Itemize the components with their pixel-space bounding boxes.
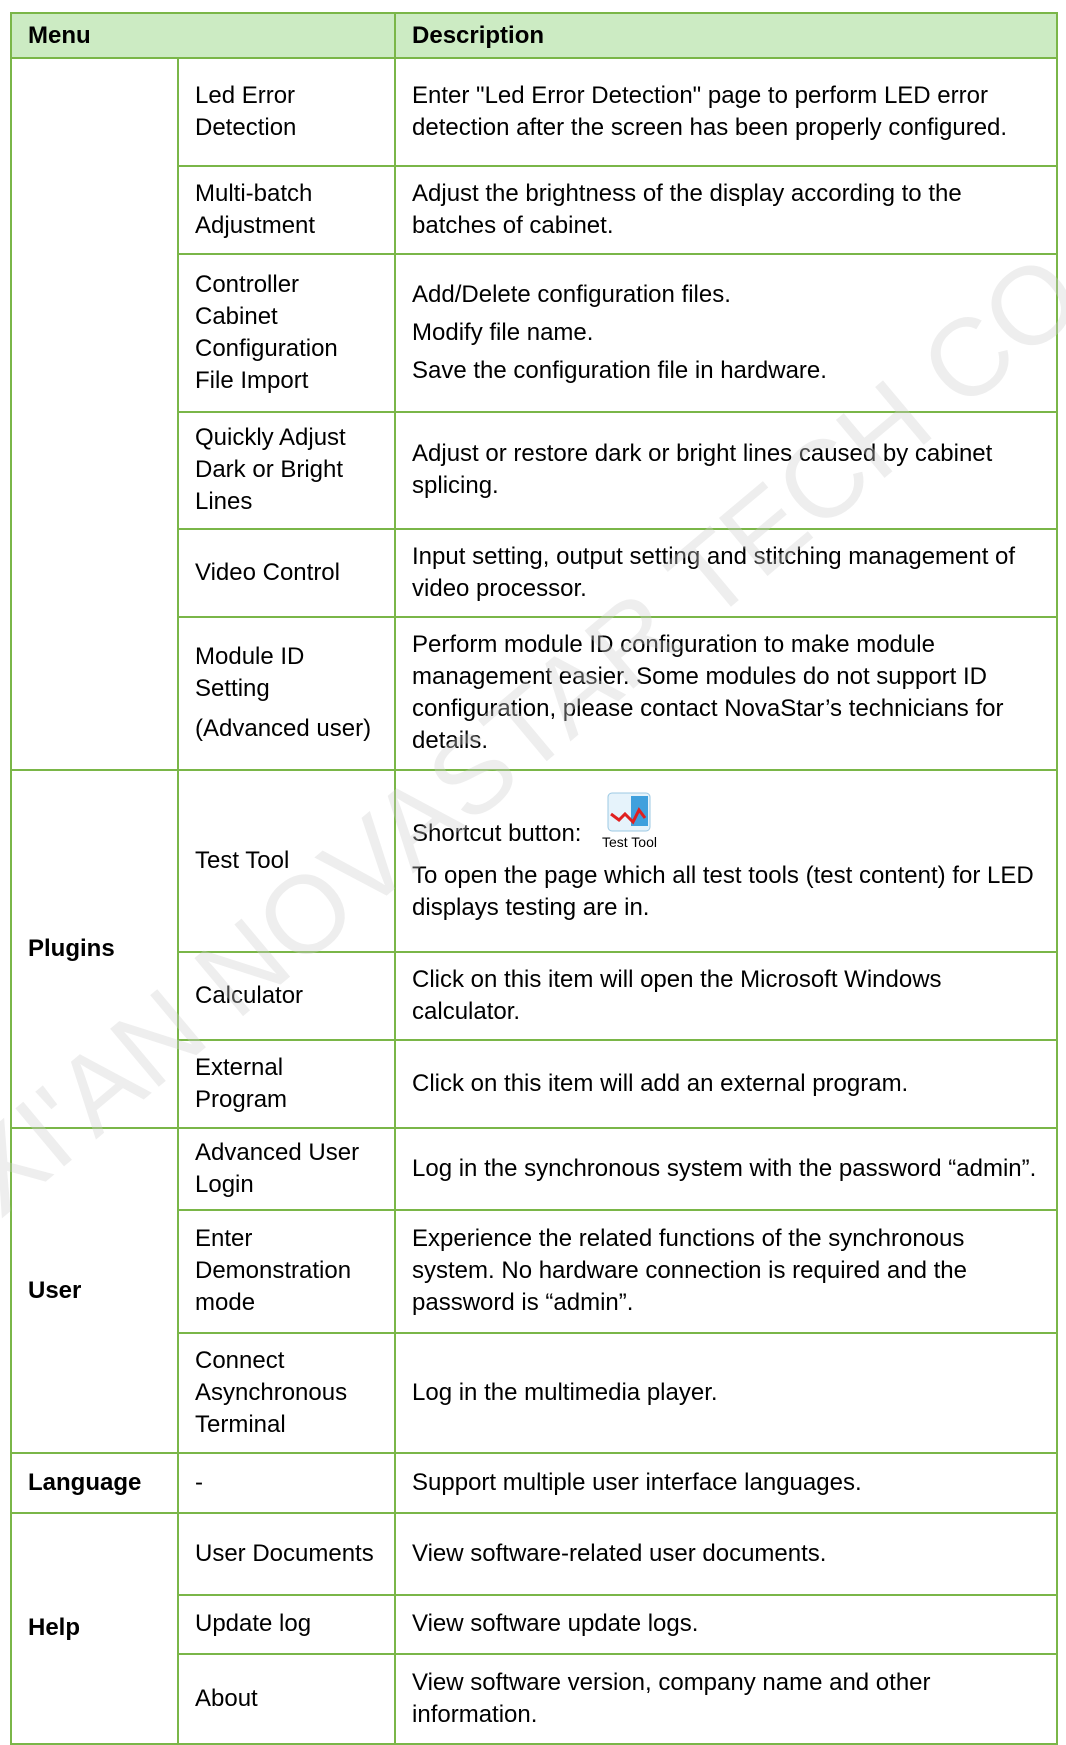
description-calculator: Click on this item will open the Microso… [394, 951, 1059, 1042]
table-row: User Advanced User Login Log in the sync… [10, 1127, 1059, 1455]
shortcut-label: Shortcut button: [412, 820, 582, 848]
description-text: Click on this item will open the Microso… [412, 966, 942, 1026]
description-text: Input setting, output setting and stitch… [412, 542, 1016, 602]
description-text: Click on this item will add an external … [412, 1070, 909, 1098]
menu-item-external-program: External Program [176, 1039, 397, 1130]
header-menu: Menu [9, 12, 397, 59]
description-controller-cabinet-config: Add/Delete configuration files. Modify f… [394, 253, 1059, 413]
description-text: View software-related user documents. [412, 1539, 827, 1567]
menu-item-connect-async-terminal: Connect Asynchronous Terminal [176, 1331, 397, 1455]
description-text: View software update logs. [412, 1610, 699, 1638]
description-demonstration-mode: Experience the related functions of the … [394, 1208, 1059, 1334]
test-tool-button[interactable]: Test Tool [593, 792, 665, 850]
header-description: Description [394, 12, 1059, 59]
description-test-tool: Shortcut button: Test Tool To open the p… [394, 768, 1059, 954]
chart-trend-icon [607, 792, 651, 832]
menu-item-quickly-adjust-lines: Quickly Adjust Dark or Bright Lines [176, 410, 397, 530]
description-multi-batch-adjustment: Adjust the brightness of the display acc… [394, 165, 1059, 256]
menu-item-test-tool: Test Tool [176, 768, 397, 954]
menu-item-calculator: Calculator [176, 951, 397, 1042]
group-help: Help [10, 1511, 179, 1745]
description-text: Log in the synchronous system with the p… [412, 1154, 1037, 1182]
menu-description-table: Menu Description Led Error Detection Ent… [9, 12, 1059, 1745]
description-text: Add/Delete configuration files. [412, 281, 731, 309]
table-row: Plugins Test Tool Shortcut button: Test … [10, 768, 1059, 1130]
description-text: Perform module ID configuration to make … [412, 631, 1004, 755]
shortcut-line: Shortcut button: Test Tool [412, 792, 1040, 850]
table-row: Led Error Detection Enter "Led Error Det… [10, 56, 1059, 771]
menu-item-led-error-detection: Led Error Detection [176, 56, 397, 168]
description-video-control: Input setting, output setting and stitch… [394, 527, 1059, 618]
description-led-error-detection: Enter "Led Error Detection" page to perf… [394, 56, 1059, 168]
menu-item-about: About [176, 1652, 397, 1745]
menu-item-video-control: Video Control [176, 527, 397, 618]
menu-item-demonstration-mode: Enter Demonstration mode [176, 1208, 397, 1334]
description-text: Enter "Led Error Detection" page to perf… [412, 82, 1008, 142]
menu-item-controller-cabinet-config: Controller Cabinet Configuration File Im… [176, 253, 397, 413]
table-header-row: Menu Description [9, 12, 1059, 59]
menu-item-language: - [176, 1452, 397, 1514]
description-text: To open the page which all test tools (t… [412, 862, 1034, 922]
description-text: Save the configuration file in hardware. [412, 357, 827, 385]
description-language: Support multiple user interface language… [394, 1452, 1059, 1514]
description-text: Modify file name. [412, 319, 594, 347]
menu-item-label: Module ID Setting [195, 643, 305, 703]
description-connect-async-terminal: Log in the multimedia player. [394, 1331, 1059, 1455]
group-user: User [10, 1127, 179, 1455]
table-row: Language - Support multiple user interfa… [10, 1452, 1059, 1514]
description-text: Adjust or restore dark or bright lines c… [412, 440, 993, 500]
description-text: Adjust the brightness of the display acc… [412, 180, 962, 240]
description-module-id-setting: Perform module ID configuration to make … [394, 615, 1059, 772]
group-cell-empty [10, 57, 179, 771]
menu-item-update-log: Update log [176, 1593, 397, 1655]
description-text: View software version, company name and … [412, 1668, 931, 1728]
menu-item-advanced-user-login: Advanced User Login [176, 1127, 397, 1211]
description-about: View software version, company name and … [394, 1652, 1059, 1745]
group-plugins: Plugins [10, 768, 179, 1130]
menu-item-note: (Advanced user) [195, 715, 372, 743]
description-advanced-user-login: Log in the synchronous system with the p… [394, 1127, 1059, 1211]
menu-item-multi-batch-adjustment: Multi-batch Adjustment [176, 165, 397, 256]
description-update-log: View software update logs. [394, 1593, 1059, 1655]
description-text: Experience the related functions of the … [412, 1225, 967, 1317]
description-text: Support multiple user interface language… [412, 1469, 862, 1497]
document-page: Menu Description Led Error Detection Ent… [0, 0, 1066, 1745]
description-user-documents: View software-related user documents. [394, 1511, 1059, 1596]
menu-item-module-id-setting: Module ID Setting (Advanced user) [176, 615, 397, 772]
description-external-program: Click on this item will add an external … [394, 1039, 1059, 1130]
table-row: Help User Documents View software-relate… [10, 1511, 1059, 1745]
group-language: Language [10, 1452, 179, 1514]
menu-item-user-documents: User Documents [176, 1511, 397, 1596]
test-tool-icon-label: Test Tool [601, 834, 657, 851]
description-text: Log in the multimedia player. [412, 1379, 718, 1406]
description-quickly-adjust-lines: Adjust or restore dark or bright lines c… [394, 410, 1059, 530]
